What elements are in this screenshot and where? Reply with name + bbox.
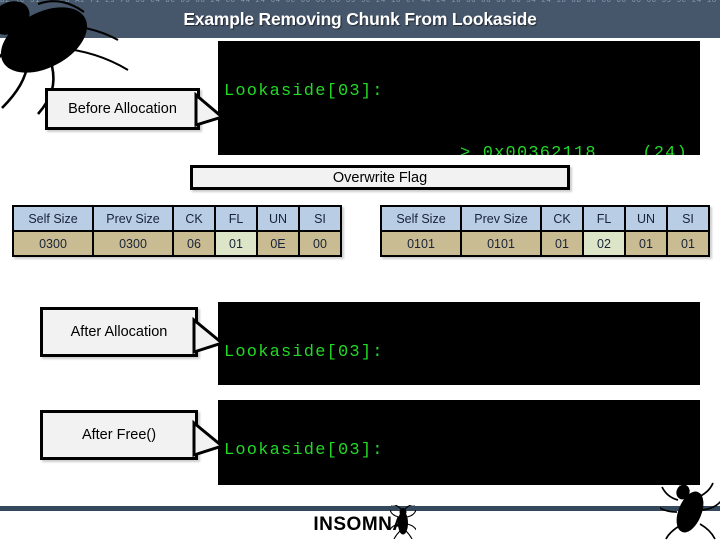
table-row: 0300 0300 06 01 0E 00 [12,230,342,257]
cell-ck: 06 [172,230,216,257]
cell-self-size: 0101 [380,230,462,257]
cockroach-icon [656,472,720,545]
column-header-un: UN [624,205,668,232]
column-header-si: SI [298,205,342,232]
cell-fl: 01 [214,230,258,257]
column-header-prev-size: Prev Size [92,205,174,232]
table-header-row: Self Size Prev Size CK FL UN SI [380,205,710,232]
column-header-fl: FL [582,205,626,232]
column-header-prev-size: Prev Size [460,205,542,232]
terminal-header: Lookaside[03]: [224,82,384,101]
cell-si: 01 [666,230,710,257]
terminal-after-allocation: Lookaside[03]: > 0x00362100 (24) > 0x003… [218,302,700,385]
callout-after-free: After Free() [40,410,198,460]
table-row: 0101 0101 01 02 01 01 [380,230,710,257]
callout-tail-after-free [192,419,226,458]
callout-label: Before Allocation [68,101,177,117]
callout-before-allocation: Before Allocation [45,88,200,130]
cell-fl: 02 [582,230,626,257]
column-header-ck: CK [540,205,584,232]
cell-self-size: 0300 [12,230,94,257]
callout-after-allocation: After Allocation [40,307,198,357]
column-header-ck: CK [172,205,216,232]
callout-label: Overwrite Flag [332,169,428,186]
column-header-un: UN [256,205,300,232]
terminal-row: > 0x00362118 (24) [459,143,688,156]
terminal-after-free: Lookaside[03]: > 0x00362100 (24) > 0x003… [218,400,700,485]
logo-text-left: INSOMN [313,514,393,535]
callout-label: After Allocation [70,324,168,340]
terminal-header: Lookaside[03]: [224,441,384,460]
callout-label: After Free() [81,427,157,443]
cell-prev-size: 0300 [92,230,174,257]
cell-un: 0E [256,230,300,257]
table-header-row: Self Size Prev Size CK FL UN SI [12,205,342,232]
insomnia-logo: INSOMNA [0,514,720,536]
callout-overwrite-flag: Overwrite Flag [190,165,570,190]
column-header-self-size: Self Size [380,205,462,232]
right-chunk-table: Self Size Prev Size CK FL UN SI 0101 010… [380,205,710,257]
cell-un: 01 [624,230,668,257]
footer-divider [0,506,720,511]
column-header-self-size: Self Size [12,205,94,232]
cell-prev-size: 0101 [460,230,542,257]
cell-si: 00 [298,230,342,257]
terminal-before-allocation: Lookaside[03]: > 0x00362118 (24) > 0x003… [218,41,700,155]
left-chunk-table: Self Size Prev Size CK FL UN SI 0300 030… [12,205,342,257]
column-header-fl: FL [214,205,258,232]
column-header-si: SI [666,205,710,232]
terminal-header: Lookaside[03]: [224,343,384,362]
callout-tail-before [194,91,226,128]
cell-ck: 01 [540,230,584,257]
cockroach-icon [388,504,418,544]
callout-tail-after-allocation [192,316,226,355]
